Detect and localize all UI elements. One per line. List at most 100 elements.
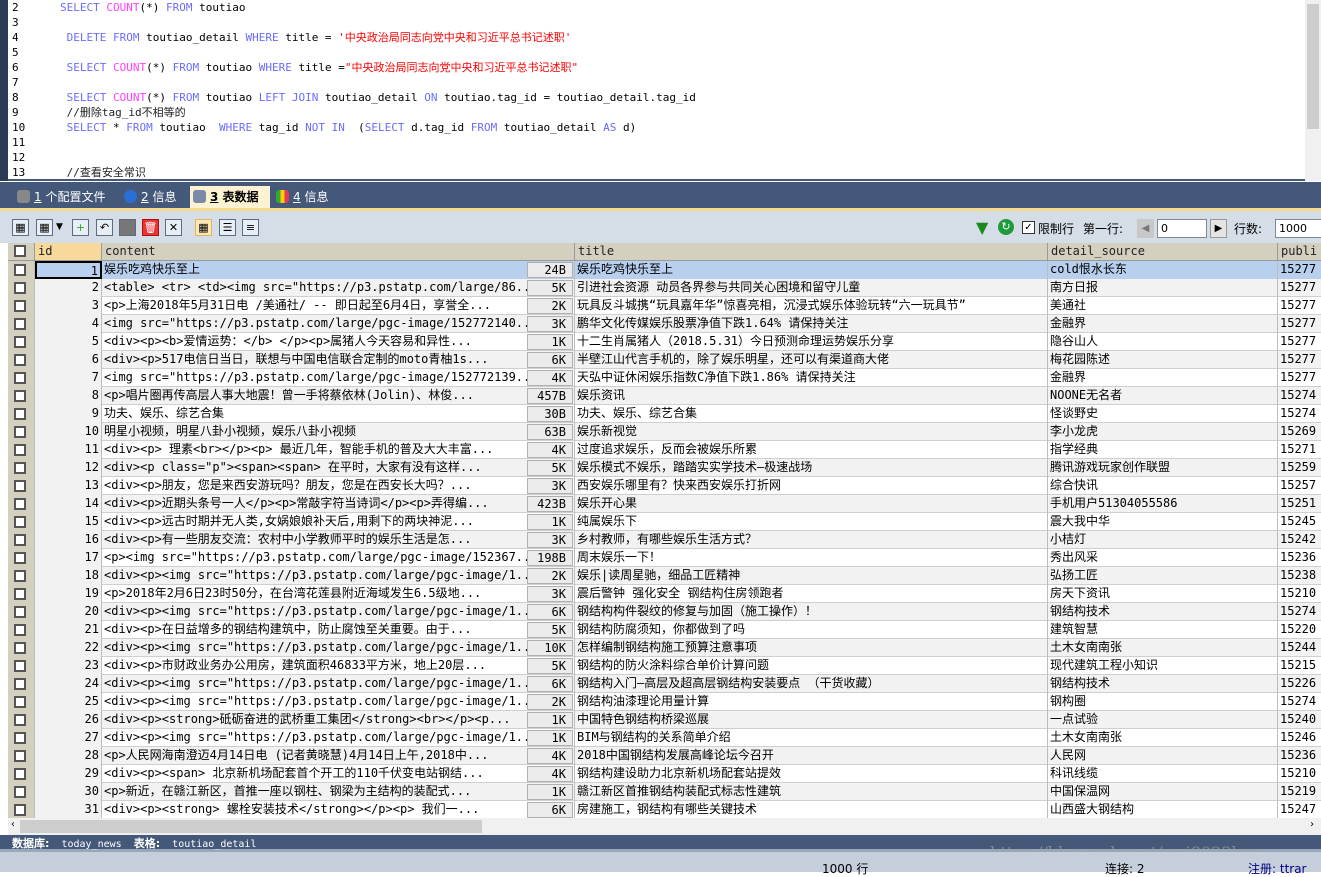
cell-detail-source[interactable]: 人民网 [1048, 747, 1278, 765]
editor-line[interactable]: 12 [0, 150, 1300, 165]
table-row[interactable]: 21 <div><p>在日益增多的钢结构建筑中，防止腐蚀至关重要。由于... 5K 钢… [8, 621, 1321, 639]
chevron-down-icon[interactable]: ▼ [56, 222, 63, 232]
cell-content[interactable]: <p>2018年2月6日23时50分，在台湾花莲县附近海域发生6.5级地... [102, 585, 575, 603]
blob-size-button[interactable]: 457B [527, 388, 573, 404]
blob-size-button[interactable]: 4K [527, 442, 573, 458]
cell-id[interactable]: 19 [35, 585, 102, 603]
cell-detail-source[interactable]: 隐谷山人 [1048, 333, 1278, 351]
next-page-button[interactable]: ▶ [1210, 219, 1227, 238]
table-row[interactable]: 15 <div><p>远古时期并无人类,女娲娘娘补天后,用剩下的两块神泥... 1K… [8, 513, 1321, 531]
row-checkbox[interactable] [14, 642, 26, 654]
cell-content[interactable]: <div><p class="p"><span><span> 在平时，大家有没有… [102, 459, 575, 477]
column-header-title[interactable]: title [575, 243, 1048, 261]
row-checkbox[interactable] [14, 336, 26, 348]
tab-profiles[interactable]: 1 个配置文件 [14, 186, 114, 208]
cell-content[interactable]: <div><p><img src="https://p3.pstatp.com/… [102, 675, 575, 693]
cell-title[interactable]: 周末娱乐一下！ [575, 549, 1048, 567]
blob-size-button[interactable]: 4K [527, 748, 573, 764]
limit-rows-checkbox[interactable]: ✓ [1022, 221, 1035, 234]
row-selector[interactable] [8, 477, 35, 495]
row-selector[interactable] [8, 369, 35, 387]
cell-title[interactable]: 怎样编制钢结构施工预算注意事项 [575, 639, 1048, 657]
cell-title[interactable]: 玩具反斗城携“玩具嘉年华”惊喜亮相，沉浸式娱乐体验玩转“六一玩具节” [575, 297, 1048, 315]
filter-icon[interactable]: ▼ [976, 218, 988, 237]
row-checkbox[interactable] [14, 282, 26, 294]
row-selector[interactable] [8, 585, 35, 603]
blob-size-button[interactable]: 4K [527, 370, 573, 386]
row-selector[interactable] [8, 693, 35, 711]
table-row[interactable]: 19 <p>2018年2月6日23时50分，在台湾花莲县附近海域发生6.5级地..… [8, 585, 1321, 603]
refresh-icon[interactable]: ↻ [998, 219, 1014, 235]
table-row[interactable]: 11 <div><p> 理素<br></p><p> 最近几年，智能手机的普及大大丰… [8, 441, 1321, 459]
cell-content[interactable]: <table> <tr> <td><img src="https://p3.ps… [102, 279, 575, 297]
cell-id[interactable]: 20 [35, 603, 102, 621]
cell-detail-source[interactable]: 中国保温网 [1048, 783, 1278, 801]
row-selector[interactable] [8, 657, 35, 675]
row-checkbox[interactable] [14, 354, 26, 366]
editor-line[interactable]: 8 SELECT COUNT(*) FROM toutiao LEFT JOIN… [0, 90, 1300, 105]
editor-line[interactable]: 6 SELECT COUNT(*) FROM toutiao WHERE tit… [0, 60, 1300, 75]
row-checkbox[interactable] [14, 390, 26, 402]
cell-publish[interactable]: 15274 [1278, 603, 1321, 621]
cell-id[interactable]: 12 [35, 459, 102, 477]
cell-id[interactable]: 28 [35, 747, 102, 765]
cell-title[interactable]: 过度追求娱乐，反而会被娱乐所累 [575, 441, 1048, 459]
editor-line[interactable]: 13 //查看安全常识 [0, 165, 1300, 180]
cell-publish[interactable]: 15277 [1278, 351, 1321, 369]
table-row[interactable]: 12 <div><p class="p"><span><span> 在平时，大家有… [8, 459, 1321, 477]
scroll-left-icon[interactable]: ‹ [10, 819, 16, 830]
cell-title[interactable]: 娱乐资讯 [575, 387, 1048, 405]
row-checkbox[interactable] [14, 732, 26, 744]
cell-content[interactable]: <div><p>在日益增多的钢结构建筑中，防止腐蚀至关重要。由于... [102, 621, 575, 639]
row-selector[interactable] [8, 279, 35, 297]
cell-publish[interactable]: 15245 [1278, 513, 1321, 531]
table-row[interactable]: 13 <div><p>朋友，您是来西安游玩吗？朋友，您是在西安长大吗？... 3K 西… [8, 477, 1321, 495]
insert-row-icon[interactable]: ▦ [12, 219, 29, 236]
cell-id[interactable]: 8 [35, 387, 102, 405]
cell-publish[interactable]: 15259 [1278, 459, 1321, 477]
row-checkbox[interactable] [14, 804, 26, 816]
cell-title[interactable]: 十二生肖属猪人（2018.5.31）今日预测命理运势娱乐分享 [575, 333, 1048, 351]
table-row[interactable]: 27 <div><p><img src="https://p3.pstatp.co… [8, 729, 1321, 747]
cell-id[interactable]: 9 [35, 405, 102, 423]
cell-content[interactable]: <div><p><span> 北京新机场配套首个开工的110千伏变电站钢结... [102, 765, 575, 783]
scrollbar-thumb[interactable] [20, 820, 482, 833]
table-row[interactable]: 9 功夫、娱乐、综艺合集 30B 功夫、娱乐、综艺合集 怪谈野史 15274 [8, 405, 1321, 423]
cell-id[interactable]: 3 [35, 297, 102, 315]
blob-size-button[interactable]: 24B [527, 262, 573, 278]
cell-title[interactable]: 娱乐新视觉 [575, 423, 1048, 441]
row-checkbox[interactable] [14, 624, 26, 636]
table-row[interactable]: 22 <div><p><img src="https://p3.pstatp.co… [8, 639, 1321, 657]
row-selector[interactable] [8, 603, 35, 621]
cell-id[interactable]: 2 [35, 279, 102, 297]
row-checkbox[interactable] [14, 660, 26, 672]
cell-publish[interactable]: 15277 [1278, 369, 1321, 387]
cell-detail-source[interactable]: 秀出风采 [1048, 549, 1278, 567]
tab-info-2[interactable]: 2 信息 [121, 186, 185, 208]
table-row[interactable]: 24 <div><p><img src="https://p3.pstatp.co… [8, 675, 1321, 693]
cell-detail-source[interactable]: 钢结构技术 [1048, 603, 1278, 621]
table-row[interactable]: 5 <div><p><b>爱情运势：</b> </p><p>属猪人今天容易和异性.… [8, 333, 1321, 351]
blob-size-button[interactable]: 1K [527, 730, 573, 746]
first-row-input[interactable] [1157, 219, 1207, 238]
cell-detail-source[interactable]: 小桔灯 [1048, 531, 1278, 549]
cell-id[interactable]: 10 [35, 423, 102, 441]
cell-detail-source[interactable]: 综合快讯 [1048, 477, 1278, 495]
cell-id[interactable]: 29 [35, 765, 102, 783]
cell-detail-source[interactable]: 房天下资讯 [1048, 585, 1278, 603]
cell-publish[interactable]: 15238 [1278, 567, 1321, 585]
cell-content[interactable]: <div><p><strong>砥砺奋进的武桥重工集团</strong><br>… [102, 711, 575, 729]
row-checkbox[interactable] [14, 426, 26, 438]
select-all-header[interactable] [8, 243, 35, 261]
cell-title[interactable]: 钢结构构件裂纹的修复与加固（施工操作）！ [575, 603, 1048, 621]
table-row[interactable]: 7 <img src="https://p3.pstatp.com/large/p… [8, 369, 1321, 387]
sql-editor[interactable]: 2 SELECT COUNT(*) FROM toutiao 3 4 DELETE F… [0, 0, 1321, 181]
cell-publish[interactable]: 15274 [1278, 693, 1321, 711]
blob-size-button[interactable]: 423B [527, 496, 573, 512]
cell-publish[interactable]: 15277 [1278, 261, 1321, 279]
scrollbar-thumb[interactable] [1307, 4, 1319, 129]
scroll-right-icon[interactable]: › [1309, 819, 1315, 830]
cell-detail-source[interactable]: 弘扬工匠 [1048, 567, 1278, 585]
row-checkbox[interactable] [14, 372, 26, 384]
cell-content[interactable]: 娱乐吃鸡快乐至上 [102, 261, 575, 279]
